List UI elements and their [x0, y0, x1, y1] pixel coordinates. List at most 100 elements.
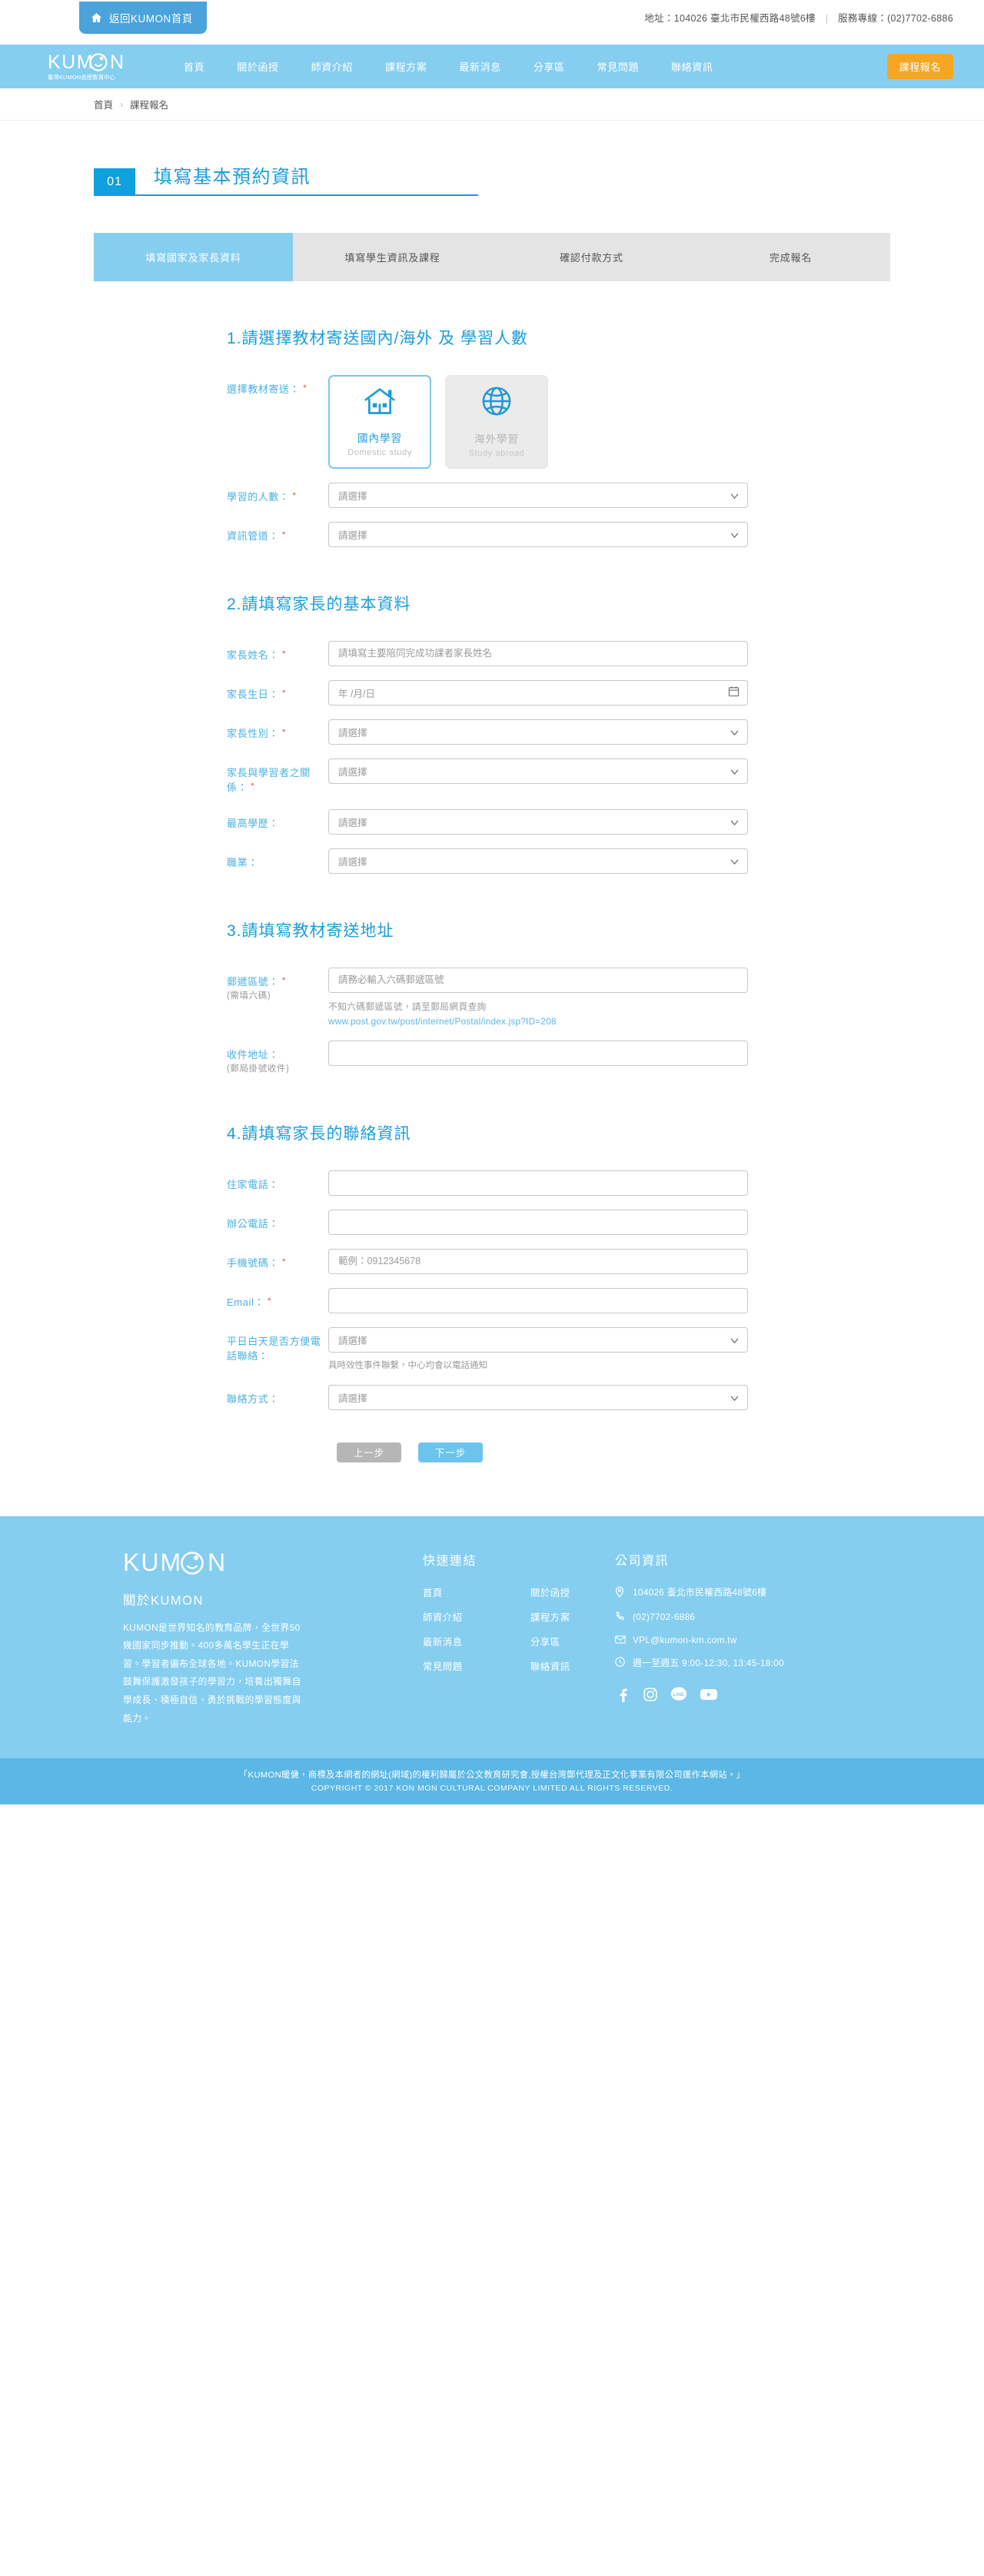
step-tabs: 填寫國家及家長資料 填寫學生資訊及課程 確認付款方式 完成報名 — [94, 232, 890, 281]
footer-link-about[interactable]: 關於函授 — [530, 1585, 615, 1599]
parent-birthday-label: 家長生日： * — [227, 680, 328, 702]
nav-item-share[interactable]: 分享區 — [517, 59, 581, 74]
prev-step-button[interactable]: 上一步 — [337, 1442, 401, 1462]
nav-item-faq[interactable]: 常見問題 — [581, 59, 655, 74]
education-select[interactable]: 請選擇 — [328, 808, 748, 835]
globe-icon — [480, 385, 513, 421]
form-nav-buttons: 上一步 下一步 — [0, 1442, 984, 1462]
main-navbar: KUM N 臺灣KUMON函授教育中心 首頁 關於函授 師資介紹 課程方案 最新… — [0, 45, 984, 88]
step-number: 01 — [94, 168, 135, 196]
footer-link-home[interactable]: 首頁 — [423, 1585, 507, 1599]
breadcrumb: 首頁 › 課程報名 — [0, 88, 984, 121]
relationship-select[interactable]: 請選擇 — [328, 758, 748, 784]
contact-method-select[interactable]: 請選擇 — [328, 1384, 748, 1410]
parent-gender-select[interactable]: 請選擇 — [328, 719, 748, 745]
breadcrumb-home[interactable]: 首頁 — [94, 97, 113, 111]
clock-icon — [615, 1657, 626, 1671]
field-row-mobile: 手機號碼： * — [0, 1248, 984, 1274]
copyright-bar: 「KUMON暖傭，商標及本網者的網址(網域)的權利歸屬於公文教育研究會,授權台灣… — [0, 1758, 984, 1805]
footer-link-share[interactable]: 分享區 — [530, 1635, 615, 1648]
parent-birthday-input[interactable]: 年 /月/日 — [328, 679, 748, 705]
parent-birthday-field: 年 /月/日 — [328, 679, 748, 705]
calendar-icon[interactable] — [728, 685, 740, 699]
email-input[interactable] — [328, 1287, 748, 1313]
field-row-shipping: 選擇教材寄送： * 國內學習 Domestic study 海外學習 Study… — [0, 374, 984, 469]
footer-link-contact[interactable]: 聯絡資訊 — [530, 1659, 615, 1673]
svg-text:N: N — [208, 1550, 227, 1576]
required-mark: * — [268, 1296, 271, 1306]
card-abroad-en: Study abroad — [468, 449, 525, 459]
required-mark: * — [303, 383, 308, 393]
student-count-select[interactable]: 請選擇 — [328, 482, 748, 508]
occupation-label: 職業： — [227, 856, 258, 868]
facebook-icon[interactable] — [615, 1687, 630, 1706]
footer-social-links: LINE — [615, 1687, 899, 1706]
nav-item-about[interactable]: 關於函授 — [221, 59, 294, 74]
phone-icon — [615, 1611, 626, 1625]
weekday-contact-select[interactable]: 請選擇 — [328, 1326, 748, 1353]
address-label: 收件地址： (郵局掛號收件) — [227, 1041, 328, 1077]
student-count-label: 學習的人數： * — [227, 483, 328, 505]
parent-name-label-text: 家長姓名： — [227, 649, 280, 661]
footer-links-grid: 首頁 關於函授 師資介紹 課程方案 最新消息 分享區 常見問題 聯絡資訊 — [423, 1585, 615, 1673]
zipcode-input[interactable] — [328, 967, 748, 993]
tab-student-info[interactable]: 填寫學生資訊及課程 — [293, 233, 492, 281]
home-phone-input[interactable] — [328, 1170, 748, 1196]
nav-item-contact[interactable]: 聯絡資訊 — [655, 59, 729, 74]
topbar-address: 地址：104026 臺北市民權西路48號6樓 — [644, 13, 816, 24]
section-3-title: 3.請填寫教材寄送地址 — [227, 921, 394, 940]
footer-link-teachers[interactable]: 師資介紹 — [423, 1610, 507, 1624]
tab-parent-info[interactable]: 填寫國家及家長資料 — [94, 232, 293, 281]
zipcode-hint: 不知六碼郵遞區號，請至郵局網頁查詢 — [328, 1001, 487, 1012]
page-title: 填寫基本預約資訊 — [154, 167, 311, 188]
required-mark: * — [282, 688, 286, 698]
nav-item-home[interactable]: 首頁 — [168, 59, 221, 74]
required-mark: * — [292, 490, 297, 500]
office-phone-label: 辦公電話： — [227, 1217, 280, 1230]
office-phone-input[interactable] — [328, 1209, 748, 1235]
info-channel-label: 資訊管道： * — [227, 522, 328, 544]
youtube-icon[interactable] — [700, 1687, 718, 1706]
svg-text:LINE: LINE — [673, 1692, 685, 1698]
footer-address-text: 104026 臺北市民權西路48號6樓 — [633, 1586, 767, 1598]
nav-item-teachers[interactable]: 師資介紹 — [295, 59, 369, 74]
address-input[interactable] — [328, 1040, 748, 1066]
nav-item-news[interactable]: 最新消息 — [443, 59, 517, 74]
tab-complete[interactable]: 完成報名 — [691, 233, 890, 281]
shipping-field: 國內學習 Domestic study 海外學習 Study abroad — [328, 374, 748, 469]
topbar-hotline: 服務專線：(02)7702-6886 — [838, 13, 953, 24]
occupation-select-wrap: 請選擇 — [328, 848, 748, 874]
required-mark: * — [282, 1256, 286, 1266]
education-label: 最高學歷： — [227, 817, 280, 829]
nav-item-courses[interactable]: 課程方案 — [369, 59, 443, 74]
info-channel-select[interactable]: 請選擇 — [328, 521, 748, 547]
mobile-input[interactable] — [328, 1248, 748, 1274]
footer-link-faq[interactable]: 常見問題 — [423, 1659, 507, 1673]
footer-link-news[interactable]: 最新消息 — [423, 1635, 507, 1648]
contact-method-field: 請選擇 — [328, 1384, 748, 1410]
return-home-button[interactable]: 返回KUMON首頁 — [79, 2, 207, 34]
site-logo[interactable]: KUM N 臺灣KUMON函授教育中心 — [48, 52, 146, 81]
occupation-select[interactable]: 請選擇 — [328, 848, 748, 874]
line-icon[interactable]: LINE — [670, 1687, 687, 1706]
field-row-home-phone: 住家電話： — [0, 1170, 984, 1196]
email-field — [328, 1287, 748, 1313]
card-domestic-study[interactable]: 國內學習 Domestic study — [328, 374, 431, 469]
logo-mark: KUM N — [48, 52, 134, 72]
next-step-button[interactable]: 下一步 — [418, 1442, 483, 1462]
footer-link-courses[interactable]: 課程方案 — [530, 1610, 615, 1624]
footer-about-text: KUMON是世界知名的教育品牌，全世界50幾國家同步推動。400多萬名學生正在學… — [123, 1622, 301, 1724]
svg-text:KUM: KUM — [48, 52, 94, 72]
parent-name-input[interactable] — [328, 640, 748, 666]
svg-text:KUM: KUM — [123, 1550, 182, 1576]
nav-signup-button[interactable]: 課程報名 — [886, 54, 953, 79]
footer-links-column: 快速連結 首頁 關於函授 師資介紹 課程方案 最新消息 分享區 常見問題 聯絡資… — [423, 1550, 615, 1673]
house-icon — [363, 386, 397, 420]
card-domestic-en: Domestic study — [347, 448, 412, 458]
education-field: 請選擇 — [328, 808, 748, 835]
field-row-relationship: 家長與學習者之關係： * 請選擇 — [0, 758, 984, 795]
tab-payment[interactable]: 確認付款方式 — [492, 233, 691, 281]
post-office-link[interactable]: www.post.gov.tw/post/internet/Postal/ind… — [328, 1016, 748, 1027]
instagram-icon[interactable] — [643, 1687, 658, 1706]
card-study-abroad[interactable]: 海外學習 Study abroad — [445, 374, 548, 469]
